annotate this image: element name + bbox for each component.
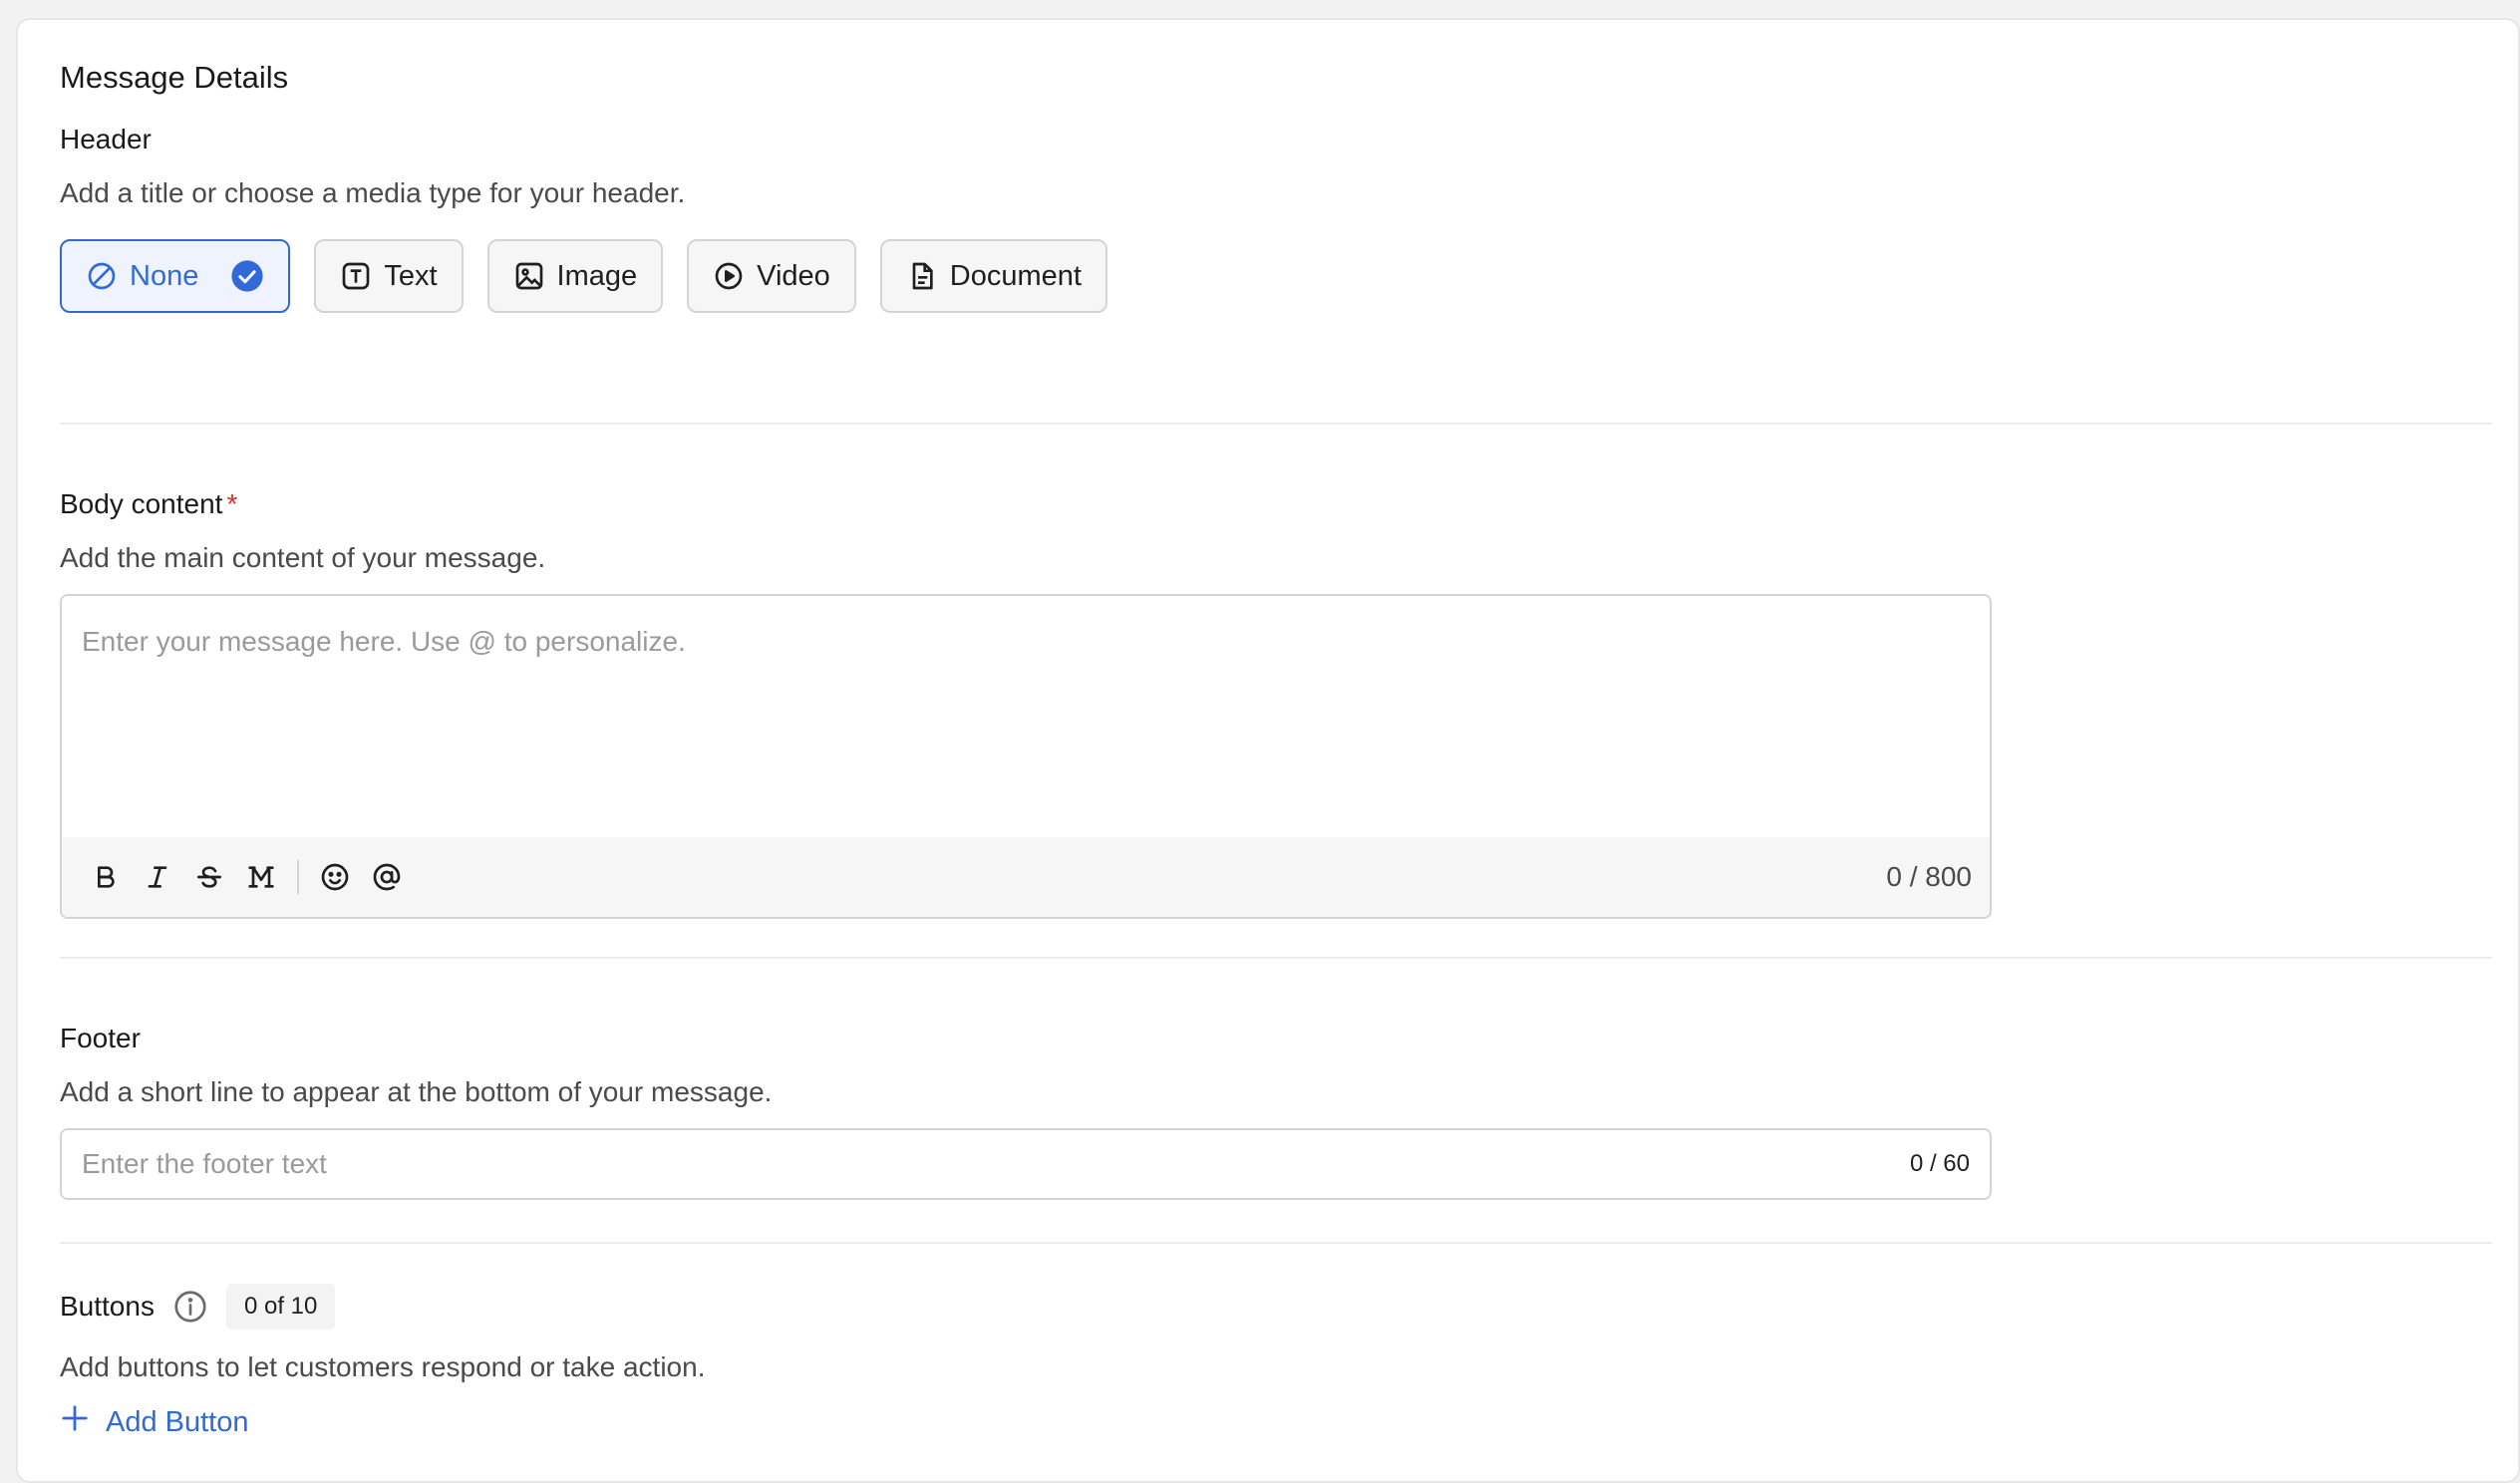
header-option-label: None xyxy=(130,259,199,292)
buttons-title: Buttons 0 of 10 xyxy=(60,1284,2492,1330)
required-marker: * xyxy=(226,488,238,519)
bold-icon[interactable] xyxy=(80,851,132,903)
page-title: Message Details xyxy=(60,60,289,95)
add-button[interactable]: Add Button xyxy=(60,1403,249,1441)
add-button-label: Add Button xyxy=(106,1405,249,1438)
body-title: Body content * xyxy=(60,488,2492,520)
header-option-image[interactable]: Image xyxy=(486,239,664,313)
body-description: Add the main content of your message. xyxy=(60,542,546,573)
emoji-icon[interactable] xyxy=(309,851,361,903)
body-editor: 0 / 800 xyxy=(60,594,1992,919)
message-details-card: Message Details Header Add a title or ch… xyxy=(16,18,2520,1483)
plus-icon xyxy=(60,1403,90,1441)
buttons-description: Add buttons to let customers respond or … xyxy=(60,1351,706,1382)
info-icon[interactable] xyxy=(172,1289,208,1325)
check-circle-icon xyxy=(230,259,264,293)
header-option-document[interactable]: Document xyxy=(879,239,1107,313)
header-option-none[interactable]: None xyxy=(60,239,291,313)
buttons-title-label: Buttons xyxy=(60,1291,155,1322)
body-title-label: Body content xyxy=(60,488,223,519)
header-option-label: Image xyxy=(556,259,638,292)
toolbar-separator xyxy=(297,860,299,894)
footer-char-counter: 0 / 60 xyxy=(1909,1150,1970,1177)
section-divider xyxy=(60,423,2492,425)
buttons-section: Buttons 0 of 10 Add buttons to let custo… xyxy=(60,1284,2492,1441)
buttons-count-badge: 0 of 10 xyxy=(225,1284,336,1330)
body-char-counter: 0 / 800 xyxy=(1886,861,1972,892)
header-option-label: Video xyxy=(757,259,830,292)
formatting-toolbar: 0 / 800 xyxy=(62,837,1990,917)
header-option-video[interactable]: Video xyxy=(687,239,856,313)
ban-icon xyxy=(86,260,118,292)
section-divider xyxy=(60,1242,2492,1244)
header-title: Header xyxy=(60,124,152,154)
monospace-icon[interactable] xyxy=(235,851,287,903)
footer-description: Add a short line to appear at the bottom… xyxy=(60,1076,773,1107)
mention-icon[interactable] xyxy=(361,851,413,903)
body-textarea[interactable] xyxy=(62,596,1990,839)
footer-section: Footer Add a short line to appear at the… xyxy=(60,1023,2492,1200)
strikethrough-icon[interactable] xyxy=(183,851,235,903)
header-option-label: Text xyxy=(384,259,438,292)
document-icon xyxy=(906,260,938,292)
header-option-label: Document xyxy=(949,259,1082,292)
body-section: Body content * Add the main content of y… xyxy=(60,488,2492,919)
text-t-icon xyxy=(340,260,372,292)
footer-title: Footer xyxy=(60,1023,141,1053)
header-description: Add a title or choose a media type for y… xyxy=(60,177,686,208)
header-option-text[interactable]: Text xyxy=(314,239,464,313)
image-icon xyxy=(513,260,545,292)
footer-input[interactable] xyxy=(82,1148,1910,1180)
play-circle-icon xyxy=(713,260,745,292)
header-section: Header Add a title or choose a media typ… xyxy=(60,124,2492,313)
italic-icon[interactable] xyxy=(132,851,183,903)
header-type-options: None Text Image Video Document xyxy=(60,239,2492,313)
section-divider xyxy=(60,957,2492,959)
footer-field: 0 / 60 xyxy=(60,1128,1992,1200)
